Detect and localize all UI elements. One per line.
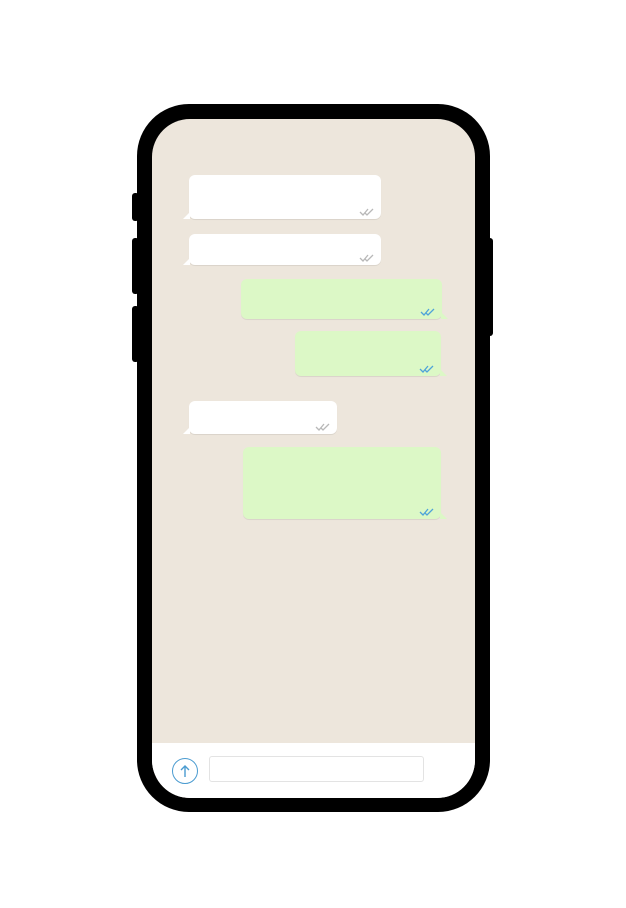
arrow-up-icon [180, 765, 190, 777]
phone-screen [152, 119, 475, 798]
message-bubble-incoming[interactable] [183, 234, 381, 265]
double-check-icon [315, 423, 330, 431]
message-input[interactable] [209, 756, 424, 782]
stage [0, 0, 626, 908]
double-check-icon [419, 508, 434, 516]
double-check-icon [419, 365, 434, 373]
double-check-icon [359, 254, 374, 262]
message-bubble-incoming[interactable] [183, 175, 381, 219]
double-check-icon [420, 308, 435, 316]
phone-frame [137, 104, 490, 812]
message-bubble-outgoing[interactable] [241, 279, 448, 319]
send-button[interactable] [172, 758, 198, 784]
message-bubble-outgoing[interactable] [295, 331, 447, 376]
chat-area[interactable] [152, 119, 475, 743]
message-bubble-outgoing[interactable] [243, 447, 447, 519]
message-bubble-incoming[interactable] [183, 401, 337, 434]
composer-bar [152, 743, 475, 798]
double-check-icon [359, 208, 374, 216]
